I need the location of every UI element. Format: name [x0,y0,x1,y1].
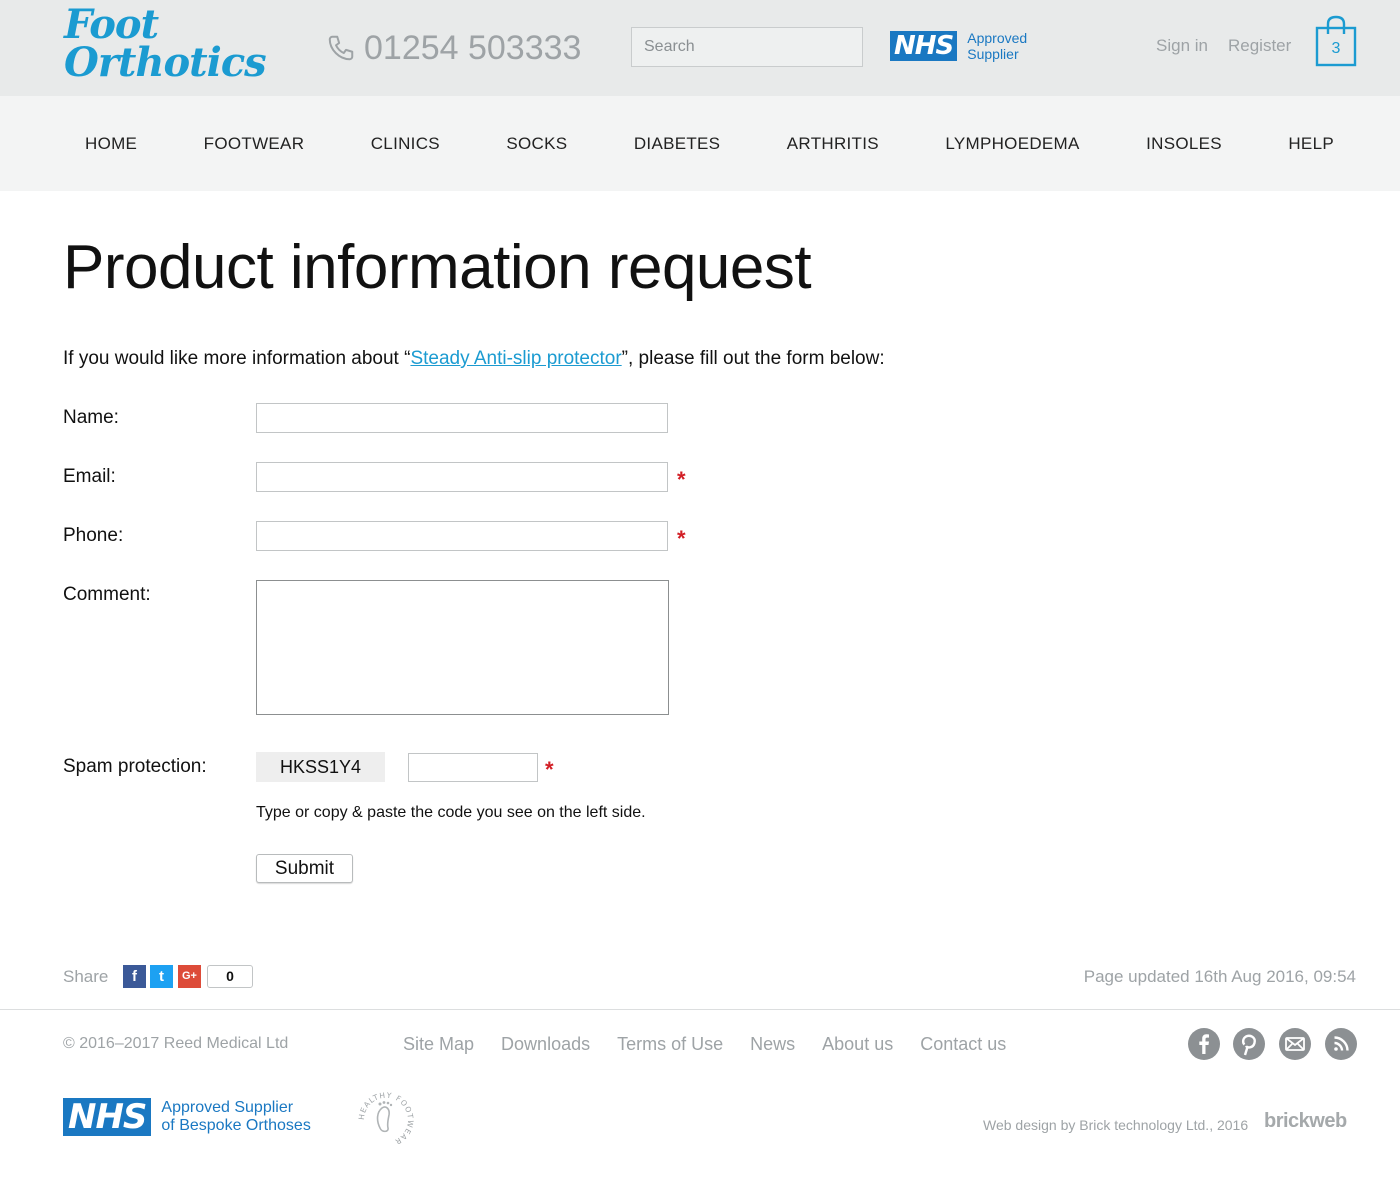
svg-text:HEALTHY FOOTWEAR GUIDE: HEALTHY FOOTWEAR GUIDE [356,1090,415,1146]
footer-link-site-map[interactable]: Site Map [403,1034,474,1055]
nav-item-arthritis[interactable]: ARTHRITIS [787,134,879,154]
email-label: Email: [63,466,116,487]
nav-item-help[interactable]: HELP [1288,134,1334,154]
comment-textarea[interactable] [256,580,669,715]
footer-divider [0,1009,1400,1010]
phone-required-mark: * [677,526,686,551]
cart-button[interactable]: 3 [1314,14,1358,68]
googleplus-share-icon[interactable]: G+ [178,965,201,988]
facebook-icon[interactable] [1188,1028,1220,1060]
comment-label: Comment: [63,584,151,605]
captcha-hint: Type or copy & paste the code you see on… [256,804,646,821]
intro-text: If you would like more information about… [63,348,885,370]
phone-field[interactable] [256,521,668,551]
rss-icon[interactable] [1325,1028,1357,1060]
nav-item-home[interactable]: HOME [85,134,137,154]
footer-nhs-badge: NHS Approved Supplier of Bespoke Orthose… [63,1098,311,1136]
cart-count: 3 [1331,40,1341,57]
nhs-line-2: Supplier [967,46,1019,62]
phone-number[interactable]: 01254 503333 [326,28,581,68]
nav-item-diabetes[interactable]: DIABETES [634,134,720,154]
footer-link-about[interactable]: About us [822,1034,893,1055]
footer-nhs-logo: NHS [63,1098,152,1136]
nhs-approved-badge: NHS Approved Supplier [890,30,1027,62]
footer-link-news[interactable]: News [750,1034,795,1055]
nav-item-insoles[interactable]: INSOLES [1146,134,1222,154]
name-label: Name: [63,407,119,428]
footer-nhs-line-1: Approved Supplier [161,1099,294,1116]
register-link[interactable]: Register [1228,36,1291,56]
site-logo[interactable]: Foot Orthotics [64,5,267,86]
email-icon[interactable] [1279,1028,1311,1060]
nhs-line-1: Approved [967,30,1028,46]
phone-label: Phone: [63,525,124,546]
name-field[interactable] [256,403,668,433]
twitter-share-icon[interactable]: t [150,965,173,988]
intro-before: If you would like more information about… [63,348,411,369]
footer-nhs-line-2: of Bespoke Orthoses [161,1117,311,1134]
intro-after: ”, please fill out the form below: [621,348,885,369]
brickweb-logo[interactable]: brickweb [1264,1110,1347,1133]
web-design-credit[interactable]: Web design by Brick technology Ltd., 201… [983,1117,1248,1133]
footer-links: Site Map Downloads Terms of Use News Abo… [403,1034,1006,1055]
product-link[interactable]: Steady Anti-slip protector [410,348,621,369]
footer-link-downloads[interactable]: Downloads [501,1034,590,1055]
phone-text: 01254 503333 [364,28,582,67]
top-header: Foot Orthotics 01254 503333 NHS Approved… [0,0,1400,96]
nav-item-footwear[interactable]: FOOTWEAR [204,134,305,154]
captcha-code: HKSS1Y4 [256,752,385,782]
footer-nhs-text: Approved Supplier of Bespoke Orthoses [161,1099,310,1135]
copyright-text: © 2016–2017 Reed Medical Ltd [63,1035,289,1052]
facebook-share-icon[interactable]: f [123,965,146,988]
spam-protection-label: Spam protection: [63,756,207,777]
share-count: 0 [207,965,253,988]
page-updated-text: Page updated 16th Aug 2016, 09:54 [1083,967,1356,986]
healthy-footwear-guide-logo[interactable]: HEALTHY FOOTWEAR GUIDE [356,1090,416,1146]
email-required-mark: * [677,467,686,492]
footer-link-contact[interactable]: Contact us [920,1034,1006,1055]
pinterest-icon[interactable] [1233,1028,1265,1060]
submit-button[interactable]: Submit [256,854,353,883]
nav-item-lymphoedema[interactable]: LYMPHOEDEMA [945,134,1079,154]
captcha-required-mark: * [545,757,554,782]
nhs-logo: NHS [890,31,958,61]
logo-line-2: Orthotics [64,39,267,86]
sign-in-link[interactable]: Sign in [1156,36,1208,56]
footer-link-terms[interactable]: Terms of Use [617,1034,723,1055]
main-nav: HOME FOOTWEAR CLINICS SOCKS DIABETES ART… [0,96,1400,191]
email-field[interactable] [256,462,668,492]
nav-item-socks[interactable]: SOCKS [506,134,567,154]
search-box [631,27,863,67]
search-input[interactable] [644,38,851,56]
share-label: Share [63,967,109,986]
nhs-approved-text: Approved Supplier [967,30,1027,62]
page-title: Product information request [63,233,812,302]
nav-item-clinics[interactable]: CLINICS [371,134,440,154]
hfg-logo-text: HEALTHY FOOTWEAR GUIDE [356,1090,414,1146]
phone-icon [328,35,354,61]
captcha-input[interactable] [408,753,538,782]
